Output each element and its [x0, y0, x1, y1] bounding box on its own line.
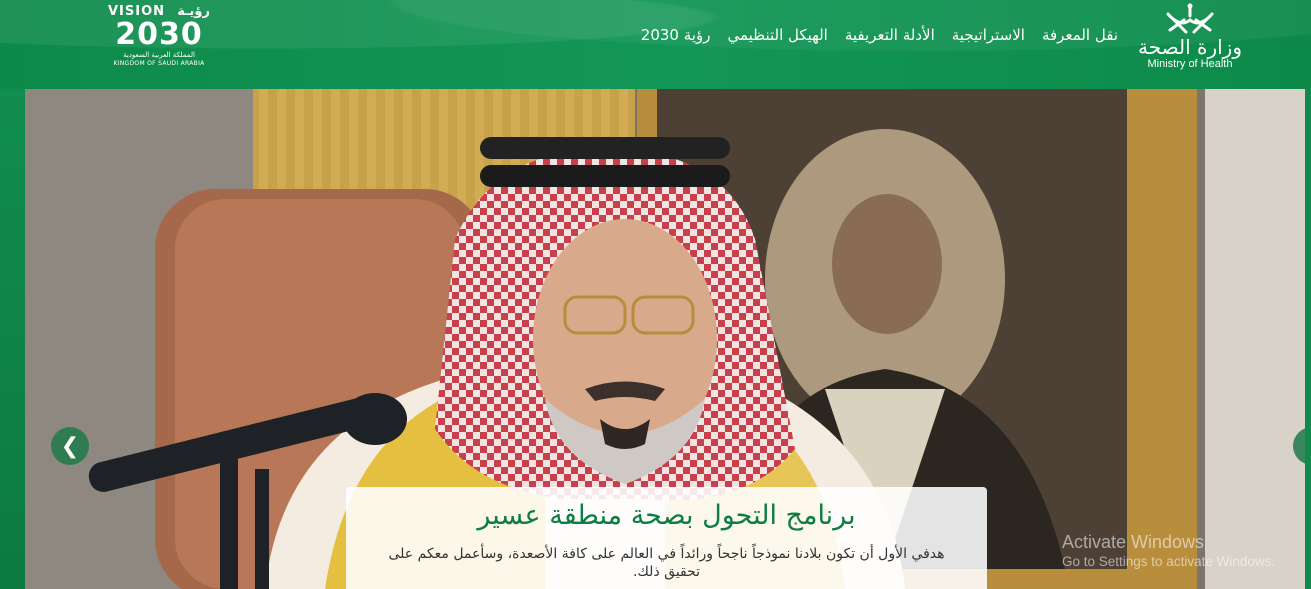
- nav-item-org-structure[interactable]: الهيكل التنظيمي: [727, 26, 827, 44]
- ministry-name-ar: وزارة الصحة: [1138, 35, 1242, 59]
- slide-caption: برنامج التحول بصحة منطقة عسير هدفي الأول…: [346, 487, 987, 589]
- moh-emblem-icon: [1166, 3, 1214, 34]
- nav-item-knowledge-transfer[interactable]: نقل المعرفة: [1042, 26, 1118, 44]
- watermark-subtitle: Go to Settings to activate Windows.: [1062, 554, 1276, 569]
- kingdom-name-ar: المملكة العربية السعودية: [123, 51, 195, 59]
- slider-prev-button[interactable]: ❮: [51, 427, 89, 465]
- watermark-title: Activate Windows: [1062, 532, 1205, 552]
- slide-caption-body: هدفي الأول أن تكون بلادنا نموذجاً ناجحاً…: [388, 546, 945, 580]
- page-side-strip: [0, 89, 25, 589]
- chevron-left-icon: ❮: [60, 433, 80, 459]
- kingdom-name-en: KINGDOM OF SAUDI ARABIA: [113, 60, 205, 67]
- slide-caption-title: برنامج التحول بصحة منطقة عسير: [477, 500, 856, 531]
- site-header: VISION رؤيـة 2030 المملكة العربية السعود…: [0, 0, 1311, 89]
- chevron-right-icon: ❯: [1303, 434, 1305, 459]
- ministry-name-en: Ministry of Health: [1147, 58, 1233, 70]
- ministry-of-health-logo[interactable]: وزارة الصحة Ministry of Health: [1136, 2, 1244, 82]
- vision-2030-logo[interactable]: VISION رؤيـة 2030 المملكة العربية السعود…: [104, 4, 214, 72]
- nav-item-vision-2030[interactable]: رؤية 2030: [641, 26, 711, 44]
- nav-item-strategy[interactable]: الاستراتيجية: [952, 26, 1025, 44]
- page-side-strip-right: [1305, 89, 1311, 589]
- vision-number: 2030: [115, 17, 203, 52]
- main-nav: رؤية 2030 الهيكل التنظيمي الأدلة التعريف…: [641, 26, 1118, 44]
- nav-item-guides[interactable]: الأدلة التعريفية: [845, 26, 935, 44]
- activate-windows-watermark: Activate Windows Go to Settings to activ…: [1062, 531, 1275, 571]
